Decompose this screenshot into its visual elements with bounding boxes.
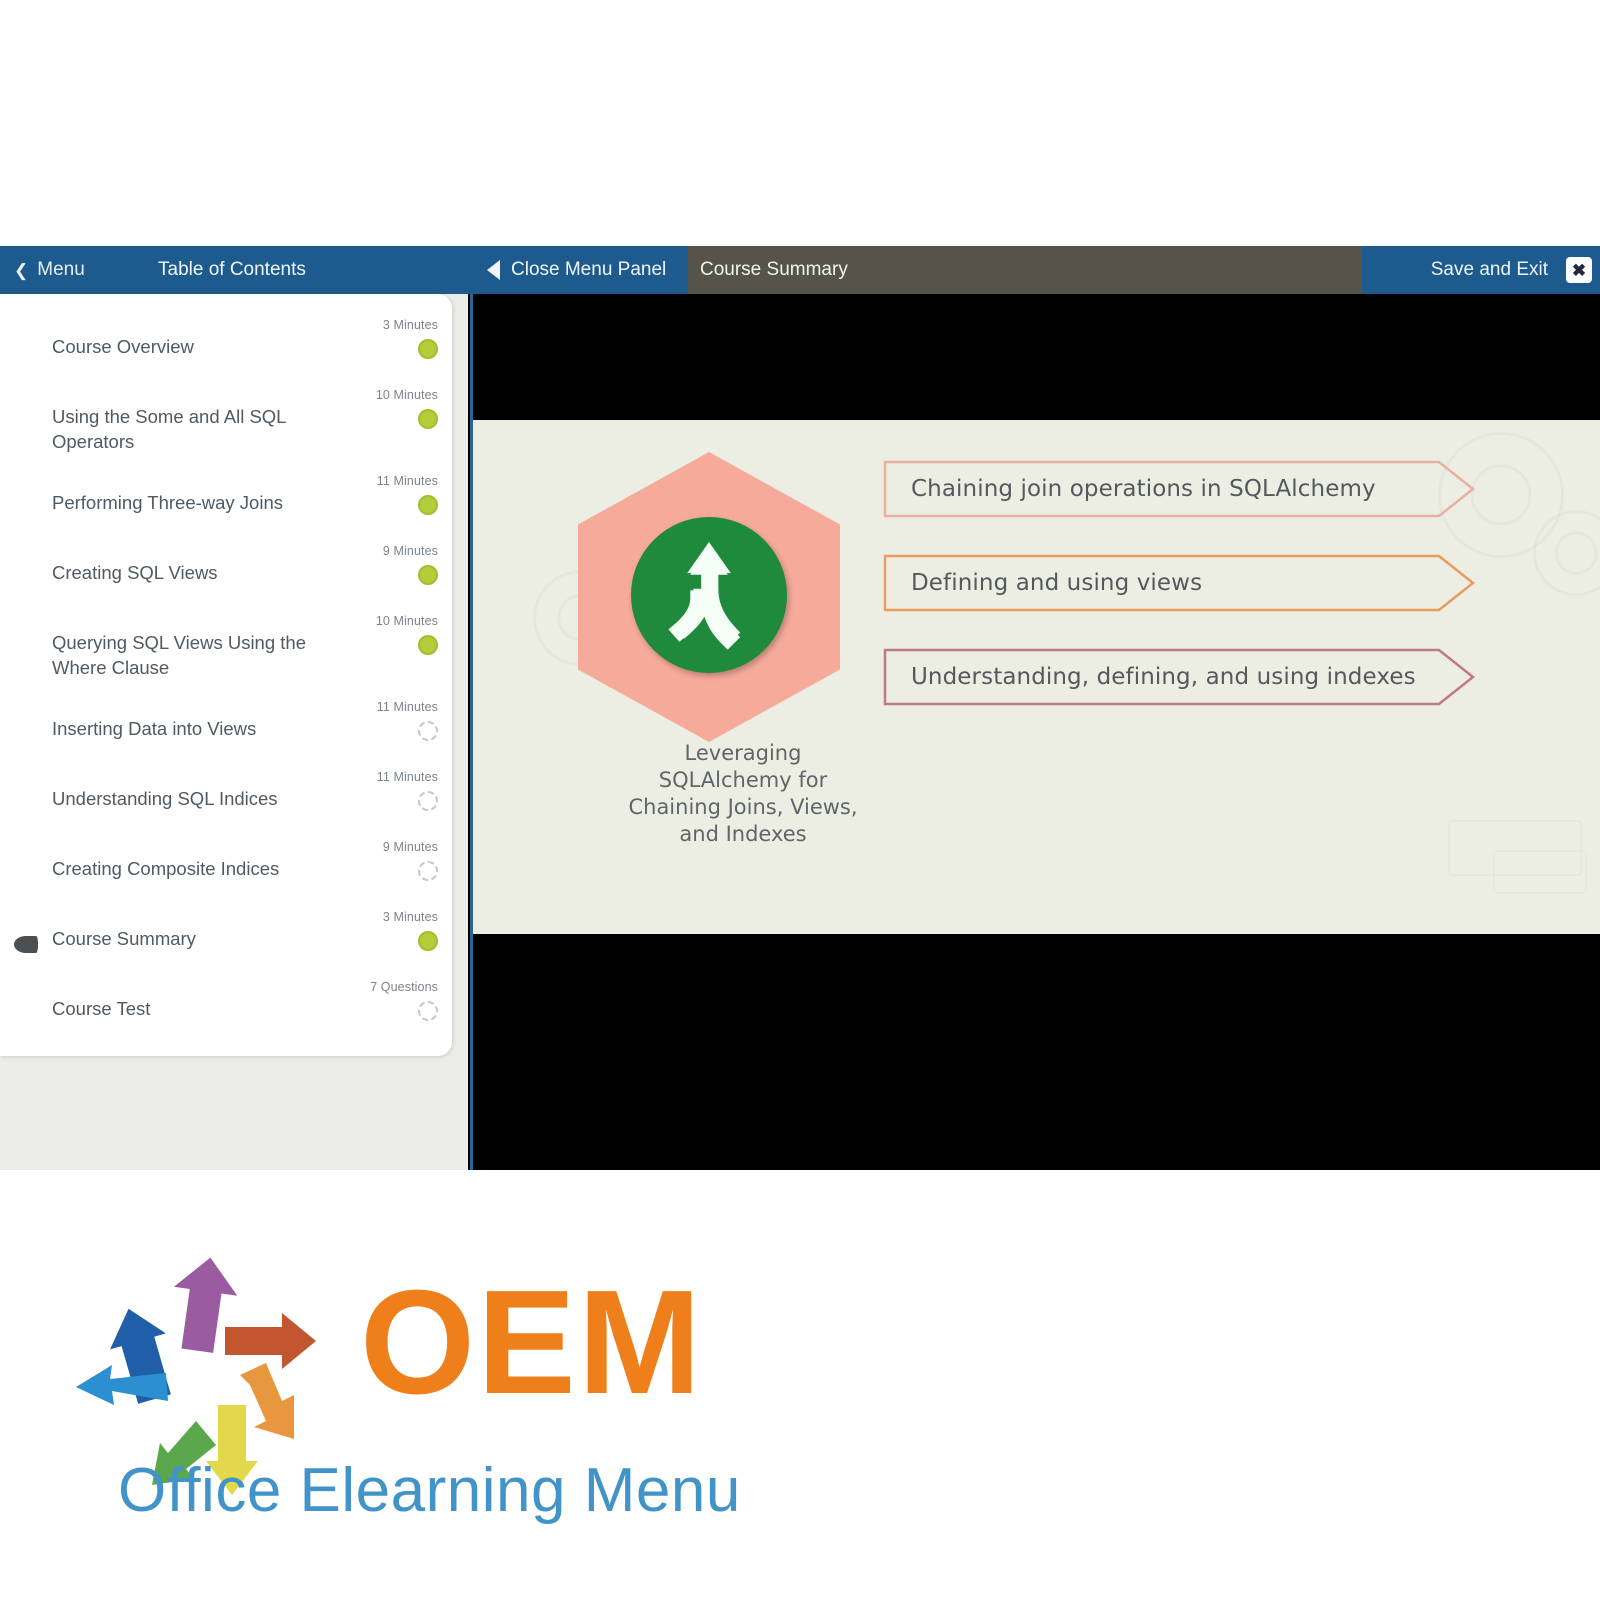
- current-lesson-title: Course Summary: [700, 259, 848, 280]
- toc-item-9[interactable]: Course Test 7 Questions: [0, 972, 452, 1042]
- toc-item-1[interactable]: Using the Some and All SQL Operators 10 M…: [0, 380, 452, 466]
- toc-item-label: Querying SQL Views Using the Where Claus…: [52, 631, 306, 678]
- table-of-contents-title: Table of Contents: [158, 259, 306, 280]
- toc-item-duration: 10 Minutes: [375, 613, 438, 628]
- toc-item-meta: 11 Minutes: [318, 770, 438, 816]
- close-menu-panel-button[interactable]: Close Menu Panel: [487, 246, 666, 294]
- menu-button-label: Menu: [37, 259, 85, 280]
- callout-text: Defining and using views: [911, 570, 1203, 596]
- toc-item-duration: 11 Minutes: [376, 473, 438, 488]
- toc-item-label: Course Overview: [52, 336, 194, 357]
- logo-tagline: Office Elearning Menu: [118, 1456, 741, 1525]
- toc-item-6[interactable]: Understanding SQL Indices 11 Minutes: [0, 762, 452, 832]
- toc-item-meta: 10 Minutes: [318, 614, 438, 660]
- callout-arrow: Chaining join operations in SQLAlchemy: [883, 460, 1475, 518]
- toc-item-meta: 10 Minutes: [318, 388, 438, 434]
- slide-stage: Leveraging SQLAlchemy for Chaining Joins…: [470, 294, 1600, 1170]
- toc-item-meta: 11 Minutes: [318, 700, 438, 746]
- toc-item-label: Inserting Data into Views: [52, 717, 257, 739]
- status-incomplete-icon: [418, 790, 438, 811]
- toc-item-duration: 11 Minutes: [376, 769, 438, 784]
- toc-item-label: Course Test: [52, 997, 151, 1019]
- toc-item-meta: 3 Minutes: [318, 318, 438, 364]
- toc-item-5[interactable]: Inserting Data into Views 11 Minutes: [0, 692, 452, 762]
- status-complete-icon: [418, 339, 438, 359]
- hexagon-badge: Leveraging SQLAlchemy for Chaining Joins…: [568, 444, 858, 846]
- status-complete-icon: [418, 930, 438, 951]
- toc-item-duration: 3 Minutes: [382, 909, 438, 924]
- slide-canvas: Leveraging SQLAlchemy for Chaining Joins…: [473, 420, 1600, 934]
- status-complete-icon: [418, 634, 438, 655]
- callout-text: Chaining join operations in SQLAlchemy: [911, 476, 1376, 502]
- course-player: ❮ Menu Table of Contents Close Menu Pane…: [0, 246, 1600, 1170]
- toc-item-2[interactable]: Performing Three-way Joins 11 Minutes: [0, 466, 452, 536]
- toc-item-duration: 7 Questions: [370, 979, 438, 994]
- hexagon-caption: Leveraging SQLAlchemy for Chaining Joins…: [628, 741, 858, 846]
- toc-item-0[interactable]: Course Overview 3 Minutes: [0, 310, 452, 380]
- status-complete-icon: [418, 494, 438, 515]
- save-and-exit-button[interactable]: Save and Exit: [1431, 246, 1548, 294]
- toc-item-meta: 11 Minutes: [318, 474, 438, 520]
- callout-arrow: Defining and using views: [883, 554, 1475, 612]
- table-of-contents-list: Course Overview 3 Minutes Using the Some a…: [0, 294, 452, 1056]
- toc-item-meta: 3 Minutes: [318, 910, 438, 956]
- circuit-watermark-icon: [1493, 850, 1587, 894]
- logo-wordmark: OEM: [360, 1260, 704, 1425]
- toc-item-label: Using the Some and All SQL Operators: [52, 406, 286, 452]
- toc-item-8[interactable]: Course Summary 3 Minutes: [0, 902, 452, 972]
- toc-item-duration: 11 Minutes: [376, 699, 438, 714]
- toc-item-duration: 9 Minutes: [382, 839, 438, 854]
- chevron-left-icon: ❮: [14, 260, 29, 280]
- merging-arrows-icon: [668, 541, 741, 650]
- toc-item-label: Creating Composite Indices: [52, 857, 280, 879]
- toc-item-meta: 9 Minutes: [318, 544, 438, 590]
- status-incomplete-icon: [418, 1000, 438, 1021]
- toc-item-3[interactable]: Creating SQL Views 9 Minutes: [0, 536, 452, 606]
- toc-item-label: Performing Three-way Joins: [52, 491, 283, 513]
- close-menu-panel-label: Close Menu Panel: [511, 259, 667, 280]
- toc-item-meta: 9 Minutes: [318, 840, 438, 886]
- toc-item-label: Creating SQL Views: [52, 561, 218, 583]
- triangle-left-icon: [487, 260, 500, 280]
- oem-logo: OEM Office Elearning Menu: [70, 1255, 770, 1555]
- player-top-bar: ❮ Menu Table of Contents Close Menu Pane…: [0, 246, 1600, 294]
- status-complete-icon: [418, 564, 438, 585]
- status-complete-icon: [418, 409, 438, 429]
- status-incomplete-icon: [418, 720, 438, 741]
- status-incomplete-icon: [418, 860, 438, 881]
- close-x-icon[interactable]: ✖: [1566, 257, 1592, 283]
- toc-item-7[interactable]: Creating Composite Indices 9 Minutes: [0, 832, 452, 902]
- callout-arrow: Understanding, defining, and using index…: [883, 648, 1475, 706]
- menu-button[interactable]: ❮ Menu: [14, 246, 85, 294]
- toc-item-label: Understanding SQL Indices: [52, 787, 278, 809]
- menu-panel: Course Overview 3 Minutes Using the Some a…: [0, 294, 468, 1170]
- toc-item-duration: 10 Minutes: [375, 388, 438, 402]
- toc-item-4[interactable]: Querying SQL Views Using the Where Claus…: [0, 606, 452, 692]
- toc-item-meta: 7 Questions: [318, 980, 438, 1026]
- toc-item-label: Course Summary: [52, 927, 196, 949]
- toc-item-duration: 9 Minutes: [382, 543, 438, 558]
- toc-item-duration: 3 Minutes: [382, 318, 438, 332]
- callout-text: Understanding, defining, and using index…: [911, 664, 1416, 690]
